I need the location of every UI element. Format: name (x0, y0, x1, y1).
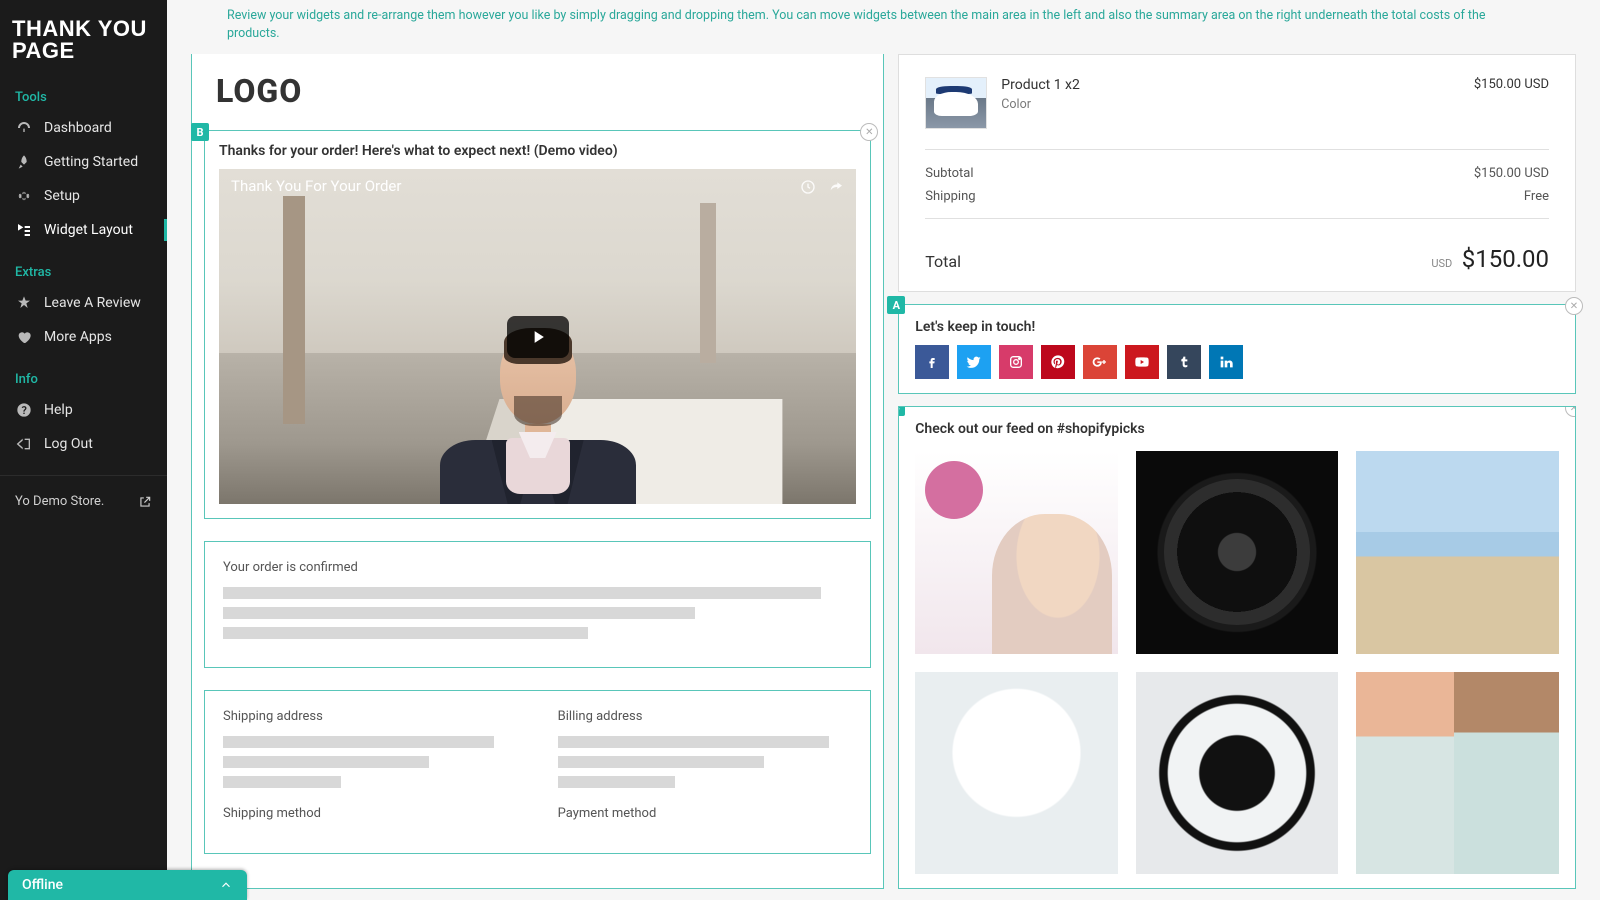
order-summary: Product 1 x2 Color $150.00 USD Subtotal … (898, 54, 1576, 292)
social-title: Let's keep in touch! (915, 319, 1559, 335)
subtotal-row: Subtotal $150.00 USD (925, 162, 1549, 185)
subtotal-value: $150.00 USD (1474, 166, 1549, 181)
widget-addresses[interactable]: Shipping address Shipping method Billing… (204, 690, 871, 854)
feed-grid (915, 451, 1559, 874)
play-button[interactable] (507, 316, 569, 358)
brand-title: THANK YOU PAGE (12, 18, 155, 62)
product-thumbnail (925, 77, 987, 129)
order-confirmed-title: Your order is confirmed (223, 560, 852, 575)
section-info: Info (0, 354, 167, 393)
store-link[interactable]: Yo Demo Store. (0, 475, 167, 521)
sidebar-item-dashboard[interactable]: Dashboard (0, 111, 167, 145)
gear-icon (15, 187, 33, 205)
help-banner: Review your widgets and re-arrange them … (191, 0, 1576, 54)
widget-order-confirmed[interactable]: Your order is confirmed (204, 541, 871, 668)
subtotal-label: Subtotal (925, 166, 973, 181)
shipping-value: Free (1524, 189, 1549, 204)
widget-feed[interactable]: C ✕ Check out our feed on #shopifypicks (898, 406, 1576, 889)
sidebar-item-label: Widget Layout (44, 222, 133, 238)
widget-close-button[interactable]: ✕ (860, 123, 878, 141)
section-extras: Extras (0, 247, 167, 286)
social-icons (915, 345, 1559, 379)
sidebar-item-getting-started[interactable]: Getting Started (0, 145, 167, 179)
watch-later-icon[interactable] (800, 179, 816, 195)
heart-icon (15, 328, 33, 346)
video-player[interactable]: Thank You For Your Order (219, 169, 856, 504)
sidebar-item-help[interactable]: Help (0, 393, 167, 427)
widget-video[interactable]: B ✕ Thanks for your order! Here's what t… (204, 130, 871, 519)
youtube-icon[interactable] (1125, 345, 1159, 379)
shipping-address-title: Shipping address (223, 709, 518, 724)
feed-tile[interactable] (1356, 451, 1559, 654)
help-icon (15, 401, 33, 419)
feed-tile[interactable] (1136, 451, 1339, 654)
widget-badge: B (191, 123, 209, 141)
feed-tile[interactable] (915, 451, 1118, 654)
tumblr-icon[interactable] (1167, 345, 1201, 379)
logout-icon (15, 435, 33, 453)
chevron-up-icon (219, 878, 233, 892)
feed-tile[interactable] (1356, 672, 1559, 875)
widget-video-title: Thanks for your order! Here's what to ex… (219, 143, 856, 159)
feed-tile[interactable] (1136, 672, 1339, 875)
sidebar-item-label: Setup (44, 188, 80, 204)
widget-social[interactable]: A ✕ Let's keep in touch! (898, 304, 1576, 394)
sidebar: THANK YOU PAGE Tools Dashboard Getting S… (0, 0, 167, 900)
widget-badge: A (887, 296, 905, 314)
payment-method-title: Payment method (558, 806, 853, 821)
offline-toggle[interactable]: Offline (8, 870, 247, 900)
external-link-icon (138, 495, 152, 509)
twitter-icon[interactable] (957, 345, 991, 379)
widget-close-button[interactable]: ✕ (1565, 297, 1583, 315)
right-column: Product 1 x2 Color $150.00 USD Subtotal … (898, 54, 1576, 889)
widget-close-button[interactable]: ✕ (1565, 406, 1576, 417)
product-name: Product 1 x2 (1001, 77, 1460, 93)
product-option: Color (1001, 97, 1460, 112)
dashboard-icon (15, 119, 33, 137)
sidebar-item-more-apps[interactable]: More Apps (0, 320, 167, 354)
facebook-icon[interactable] (915, 345, 949, 379)
sidebar-item-review[interactable]: Leave A Review (0, 286, 167, 320)
sidebar-item-label: Dashboard (44, 120, 112, 136)
feed-tile[interactable] (915, 672, 1118, 875)
feed-title: Check out our feed on #shopifypicks (915, 421, 1559, 437)
shipping-row: Shipping Free (925, 185, 1549, 208)
widget-badge: C (898, 406, 905, 416)
total-row: Total USD $150.00 (925, 231, 1549, 273)
sidebar-item-label: Log Out (44, 436, 93, 452)
total-currency: USD (1431, 257, 1452, 270)
star-icon (15, 294, 33, 312)
logo: LOGO (192, 54, 883, 116)
sidebar-item-logout[interactable]: Log Out (0, 427, 167, 461)
rocket-icon (15, 153, 33, 171)
instagram-icon[interactable] (999, 345, 1033, 379)
left-column: LOGO B ✕ Thanks for your order! Here's w… (191, 54, 884, 889)
linkedin-icon[interactable] (1209, 345, 1243, 379)
section-tools: Tools (0, 72, 167, 111)
googleplus-icon[interactable] (1083, 345, 1117, 379)
shipping-method-title: Shipping method (223, 806, 518, 821)
video-title: Thank You For Your Order (231, 177, 401, 195)
layout-icon (15, 221, 33, 239)
main: Review your widgets and re-arrange them … (167, 0, 1600, 900)
sidebar-item-label: Leave A Review (44, 295, 141, 311)
sidebar-item-setup[interactable]: Setup (0, 179, 167, 213)
product-row: Product 1 x2 Color $150.00 USD (925, 77, 1549, 149)
store-name: Yo Demo Store. (15, 494, 104, 509)
pinterest-icon[interactable] (1041, 345, 1075, 379)
sidebar-item-label: More Apps (44, 329, 112, 345)
total-label: Total (925, 252, 961, 271)
sidebar-item-widget-layout[interactable]: Widget Layout (0, 213, 167, 247)
billing-address-title: Billing address (558, 709, 853, 724)
shipping-label: Shipping (925, 189, 975, 204)
sidebar-item-label: Help (44, 402, 73, 418)
offline-label: Offline (22, 877, 63, 893)
share-icon[interactable] (828, 179, 844, 195)
product-price: $150.00 USD (1474, 77, 1549, 92)
sidebar-item-label: Getting Started (44, 154, 138, 170)
brand: THANK YOU PAGE (0, 0, 167, 72)
total-amount: $150.00 (1462, 245, 1549, 273)
